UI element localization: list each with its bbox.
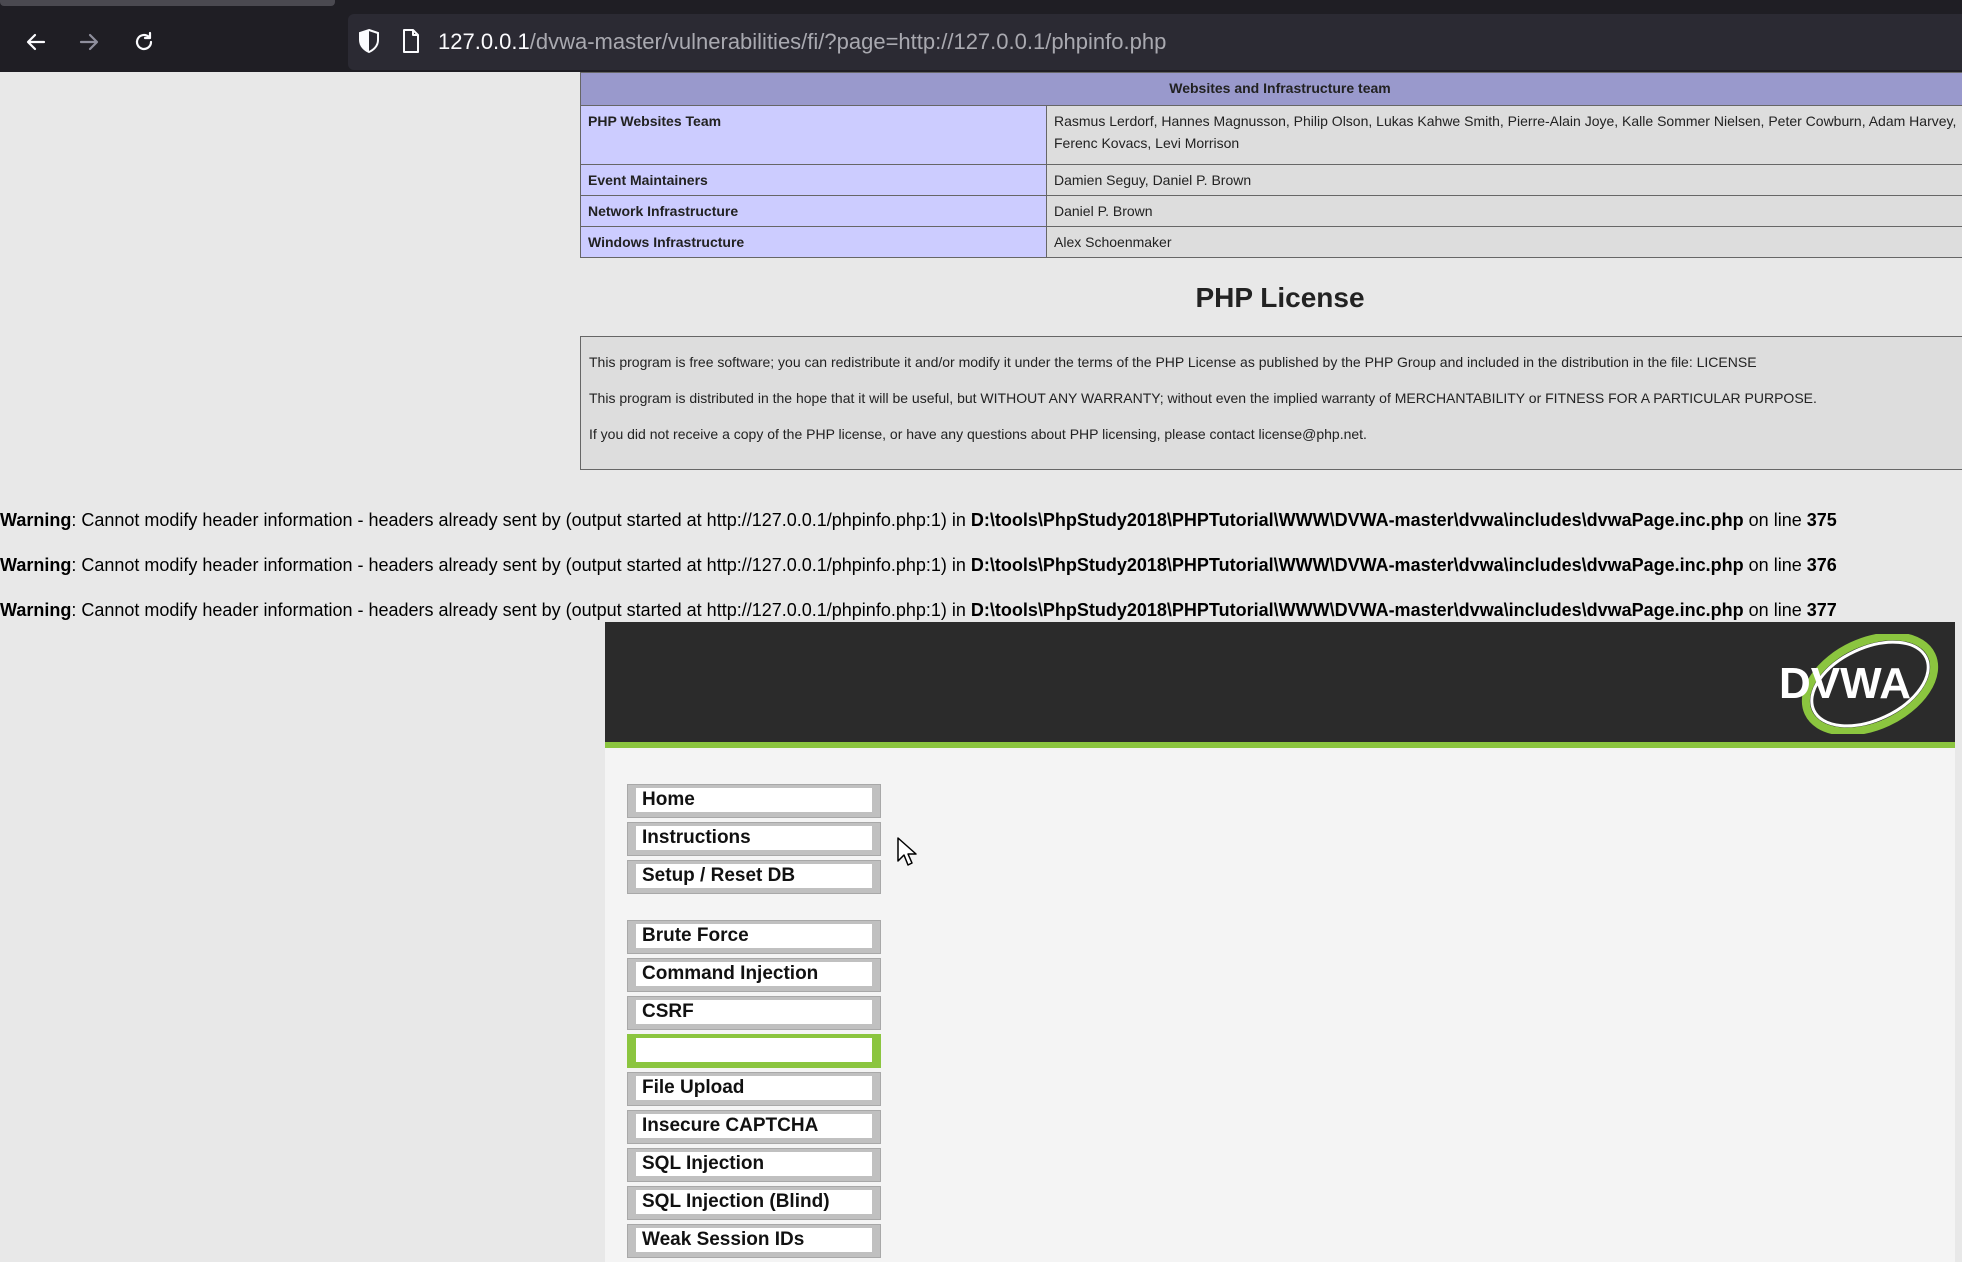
menu-item-label: Setup / Reset DB	[636, 864, 872, 888]
menu-item-label: Instructions	[636, 826, 872, 850]
warning-line-prefix: on line	[1743, 510, 1807, 530]
menu-item-sql-injection-blind[interactable]: SQL Injection (Blind)	[627, 1186, 881, 1220]
menu-item-label: SQL Injection	[636, 1152, 872, 1176]
menu-spacer	[627, 898, 881, 920]
menu-item-brute-force[interactable]: Brute Force	[627, 920, 881, 954]
table-row: Windows Infrastructure Alex Schoenmaker	[580, 226, 1962, 258]
dvwa-menu: Home Instructions Setup / Reset DB Brute…	[627, 784, 881, 1262]
warning-label: Warning	[0, 510, 72, 530]
warning-label: Warning	[0, 600, 72, 620]
row-value: Daniel P. Brown	[1046, 195, 1962, 227]
warning-label: Warning	[0, 555, 72, 575]
warning-file: D:\tools\PhpStudy2018\PHPTutorial\WWW\DV…	[970, 555, 1744, 575]
menu-item-label: File Upload	[636, 1076, 872, 1100]
row-label: Event Maintainers	[580, 164, 1047, 196]
menu-item-file-upload[interactable]: File Upload	[627, 1072, 881, 1106]
warning-line: 375	[1806, 510, 1837, 530]
menu-item-insecure-captcha[interactable]: Insecure CAPTCHA	[627, 1110, 881, 1144]
back-button[interactable]	[20, 26, 52, 58]
forward-arrow-icon	[79, 33, 99, 51]
menu-item-label: Insecure CAPTCHA	[636, 1114, 872, 1138]
reload-icon	[135, 31, 153, 51]
menu-item-label: SQL Injection (Blind)	[636, 1190, 872, 1214]
credits-table-header: Websites and Infrastructure team	[580, 72, 1962, 106]
menu-item-label: File Inclusion	[636, 1038, 872, 1062]
warning-message: : Cannot modify header information - hea…	[71, 555, 971, 575]
forward-button[interactable]	[73, 26, 105, 58]
warning-message: : Cannot modify header information - hea…	[71, 600, 971, 620]
menu-item-label: Weak Session IDs	[636, 1228, 872, 1252]
license-paragraph: If you did not receive a copy of the PHP…	[589, 426, 1367, 442]
warning-line: 377	[1806, 600, 1837, 620]
menu-item-label: Command Injection	[636, 962, 872, 986]
menu-item-weak-session-ids[interactable]: Weak Session IDs	[627, 1224, 881, 1258]
url-path: /dvwa-master/vulnerabilities/fi/?page=ht…	[529, 29, 1167, 54]
dvwa-logo[interactable]: DVWA	[1775, 634, 1945, 734]
credits-table: Websites and Infrastructure team PHP Web…	[580, 72, 1962, 258]
license-title: PHP License	[1195, 282, 1365, 313]
menu-item-label: Brute Force	[636, 924, 872, 948]
menu-item-command-injection[interactable]: Command Injection	[627, 958, 881, 992]
menu-item-file-inclusion[interactable]: File Inclusion	[627, 1034, 881, 1068]
reload-button[interactable]	[128, 26, 160, 58]
dvwa-container: DVWA Home Instructions Setup / Reset DB …	[605, 622, 1955, 1262]
php-warning: Warning: Cannot modify header informatio…	[0, 510, 1837, 531]
menu-item-home[interactable]: Home	[627, 784, 881, 818]
table-row: Event Maintainers Damien Seguy, Daniel P…	[580, 164, 1962, 196]
row-label: PHP Websites Team	[580, 105, 1047, 165]
page-icon[interactable]	[401, 28, 421, 54]
mouse-cursor-icon	[897, 837, 917, 866]
license-paragraph: This program is distributed in the hope …	[589, 390, 1817, 406]
logo-text: DVWA	[1779, 659, 1911, 708]
menu-item-label: CSRF	[636, 1000, 872, 1024]
menu-item-sql-injection[interactable]: SQL Injection	[627, 1148, 881, 1182]
warning-file: D:\tools\PhpStudy2018\PHPTutorial\WWW\DV…	[970, 600, 1744, 620]
menu-item-label: Home	[636, 788, 872, 812]
row-label: Network Infrastructure	[580, 195, 1047, 227]
url-host: 127.0.0.1	[438, 29, 530, 54]
row-label: Windows Infrastructure	[580, 226, 1047, 258]
row-value: Rasmus Lerdorf, Hannes Magnusson, Philip…	[1046, 105, 1962, 165]
license-paragraph: This program is free software; you can r…	[589, 354, 1757, 370]
menu-item-instructions[interactable]: Instructions	[627, 822, 881, 856]
url-text[interactable]: 127.0.0.1/dvwa-master/vulnerabilities/fi…	[438, 28, 1166, 56]
table-row: PHP Websites Team Rasmus Lerdorf, Hannes…	[580, 105, 1962, 165]
dvwa-header: DVWA	[605, 622, 1955, 748]
warning-file: D:\tools\PhpStudy2018\PHPTutorial\WWW\DV…	[970, 510, 1744, 530]
warning-line: 376	[1806, 555, 1837, 575]
back-arrow-icon	[26, 33, 46, 51]
row-value: Alex Schoenmaker	[1046, 226, 1962, 258]
active-tab-indicator[interactable]	[0, 0, 335, 6]
menu-item-setup[interactable]: Setup / Reset DB	[627, 860, 881, 894]
menu-item-csrf[interactable]: CSRF	[627, 996, 881, 1030]
warning-line-prefix: on line	[1743, 600, 1807, 620]
php-warning: Warning: Cannot modify header informatio…	[0, 600, 1837, 621]
php-warning: Warning: Cannot modify header informatio…	[0, 555, 1837, 576]
browser-toolbar: 127.0.0.1/dvwa-master/vulnerabilities/fi…	[0, 0, 1962, 72]
shield-icon[interactable]	[357, 28, 381, 54]
warning-message: : Cannot modify header information - hea…	[71, 510, 971, 530]
table-row: Network Infrastructure Daniel P. Brown	[580, 195, 1962, 227]
warning-line-prefix: on line	[1743, 555, 1807, 575]
row-value: Damien Seguy, Daniel P. Brown	[1046, 164, 1962, 196]
license-box: This program is free software; you can r…	[580, 336, 1962, 470]
page-content: Websites and Infrastructure team PHP Web…	[0, 72, 1962, 1262]
